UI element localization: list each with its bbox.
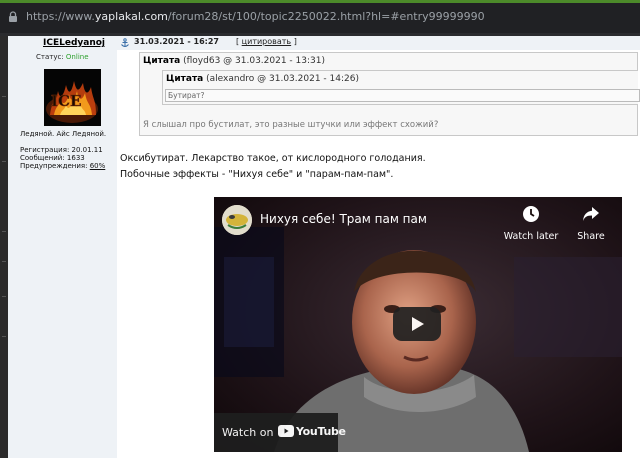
strip-tick [2,96,6,97]
avatar-caption: Ледяной. Айс Ледяной. [20,130,107,138]
url-host: yaplakal.com [94,10,168,23]
warnings-label: Предупреждения: [20,162,88,170]
strip-tick [2,336,6,337]
clock-icon [523,206,539,222]
url-prefix: https://www. [26,10,95,23]
quote-block: Цитата (floyd63 @ 31.03.2021 - 13:31) Ци… [139,52,640,136]
strip-tick [2,261,6,262]
quote-label: Цитата [143,56,181,66]
quote-header: Цитата (floyd63 @ 31.03.2021 - 13:31) [143,56,325,66]
strip-tick [2,161,6,162]
post-body-line: Оксибутират. Лекарство такое, от кислоро… [120,153,426,164]
share-button[interactable]: Share [569,205,613,242]
video-title[interactable]: Нихуя себе! Трам пам пам [260,212,427,226]
nested-quote-label: Цитата [166,74,204,84]
watch-later-label: Watch later [503,231,559,242]
warnings-value-link[interactable]: 60% [90,162,106,170]
site-info-icon[interactable] [6,10,20,24]
status-label: Статус: [36,53,64,61]
nested-quote-header: Цитата (alexandro @ 31.03.2021 - 14:26) [166,74,359,84]
browser-address-bar[interactable]: https://www.yaplakal.com/forum28/st/100/… [0,0,640,36]
quote-text: Я слышал про бустилат, это разные штучки… [143,120,439,130]
nested-quote-meta: (alexandro @ 31.03.2021 - 14:26) [206,74,359,84]
nested-quote-block: Цитата (alexandro @ 31.03.2021 - 14:26) … [162,70,640,105]
strip-tick [2,231,6,232]
url-path: /forum28/st/100/topic2250022.html?hl=#en… [167,10,485,23]
quote-bracket-open: [ [236,37,240,46]
flaming-ice-logo-image: ICE [44,69,101,126]
author-stats: Регистрация: 20.01.11 Сообщений: 1633 Пр… [20,146,105,170]
warnings: Предупреждения: 60% [20,162,105,170]
channel-avatar[interactable] [222,205,252,235]
watch-on-label: Watch on [222,426,274,439]
post-body-line: Побочные эффекты - "Нихуя себе" и "парам… [120,169,394,180]
avatar[interactable]: ICE [44,69,101,126]
author-panel: ICELedyanoj Статус: Online ICE Ледяной. … [8,36,117,458]
strip-tick [2,296,6,297]
status-online-badge: Online [65,53,89,61]
watch-later-button[interactable]: Watch later [501,205,561,242]
quote-link[interactable]: цитировать [242,37,291,46]
play-icon [412,317,424,331]
author-name-link[interactable]: ICELedyanoj [43,38,105,48]
nested-quote-text: Бутират? [165,89,640,102]
youtube-wordmark: YouTube [296,425,346,438]
author-status: Статус: Online [36,53,89,61]
watch-on-youtube-button[interactable]: Watch on YouTube [214,413,346,452]
youtube-embed[interactable]: Нихуя себе! Трам пам пам Watch later Sha… [214,197,622,452]
message-count: Сообщений: 1633 [20,154,85,162]
quote-bracket-close: ] [293,37,297,46]
quote-button[interactable]: [ цитировать ] [236,37,297,46]
quote-meta: (floyd63 @ 31.03.2021 - 13:31) [183,56,325,66]
channel-logo-image [222,205,252,235]
registration-date: Регистрация: 20.01.11 [20,146,103,154]
play-button[interactable] [393,307,441,341]
share-label: Share [577,231,605,242]
youtube-logo-icon [278,425,294,437]
post-header: 31.03.2021 - 16:27 [ цитировать ] [117,36,640,50]
window-left-strip [0,36,8,458]
url-text[interactable]: https://www.yaplakal.com/forum28/st/100/… [26,10,485,24]
svg-text:ICE: ICE [51,92,81,110]
anchor-icon[interactable] [120,38,130,48]
share-arrow-icon [583,207,599,221]
browser-top-accent [0,0,640,3]
post-date: 31.03.2021 - 16:27 [134,37,219,46]
